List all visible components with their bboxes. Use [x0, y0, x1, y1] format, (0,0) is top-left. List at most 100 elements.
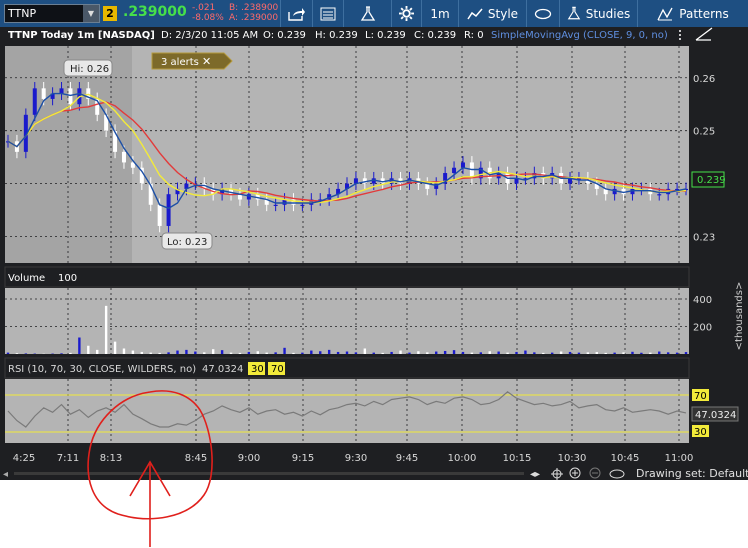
time-axis-tick-label: 8:13: [100, 453, 122, 464]
volume-bar: [568, 351, 572, 354]
volume-bar: [6, 352, 10, 354]
rsi-value-header: 47.0324: [202, 364, 243, 375]
list-icon: [320, 7, 336, 20]
horizontal-scrollbar[interactable]: [14, 472, 524, 475]
volume-bar: [96, 349, 99, 354]
volume-bar: [533, 352, 536, 354]
volume-bar: [87, 345, 90, 354]
volume-bar: [327, 349, 331, 354]
chart-range: R: 0: [464, 30, 484, 41]
volume-bar: [470, 352, 474, 354]
flask-icon: [360, 5, 375, 21]
flask-button[interactable]: [343, 0, 391, 27]
ellipse-icon[interactable]: [609, 469, 625, 479]
volume-title: Volume: [8, 273, 45, 284]
symbol-selector[interactable]: TTNP ▼: [4, 4, 100, 23]
candle-body: [273, 204, 278, 206]
time-axis-tick-label: 4:25: [13, 453, 35, 464]
style-label: Style: [487, 6, 519, 21]
chart-area[interactable]: 0.26 0.25 0.23 TTNP Today 1m [NASDAQ] D: 2…: [0, 27, 748, 466]
volume-bar: [586, 352, 590, 354]
time-axis-tick-label: 9:30: [345, 453, 367, 464]
volume-bar: [488, 351, 491, 354]
volume-bar: [435, 351, 438, 354]
candle-body: [121, 151, 126, 163]
ellipse-icon: [534, 8, 552, 19]
drawing-set-label[interactable]: Drawing set: Default: [636, 467, 748, 480]
share-icon: [288, 7, 305, 21]
volume-bar: [113, 341, 117, 354]
volume-bar: [542, 352, 545, 354]
candle-body: [59, 88, 64, 94]
chart-title: TTNP Today 1m [NASDAQ]: [8, 30, 155, 41]
chart-close: C: 0.239: [414, 30, 456, 41]
volume-plot-area[interactable]: [5, 288, 689, 354]
zoom-in-icon[interactable]: [569, 467, 581, 479]
footer-controls: ◂ ◂▸ Drawing set: Default: [3, 467, 748, 480]
volume-bar: [417, 351, 420, 354]
volume-bar: [666, 352, 670, 354]
volume-bar: [167, 352, 170, 354]
candle-body: [41, 88, 46, 99]
volume-bar: [684, 352, 688, 354]
timeframe-button[interactable]: 1m: [421, 0, 458, 27]
volume-bar: [265, 352, 268, 354]
volume-bar: [185, 349, 188, 354]
hi-bubble: Hi: 0.26: [63, 59, 113, 77]
link-group-badge[interactable]: 2: [103, 6, 117, 21]
volume-bar: [399, 350, 402, 354]
volume-bar: [211, 349, 215, 354]
volume-bar: [140, 351, 144, 354]
crosshair-icon[interactable]: [551, 468, 563, 480]
study-label-sma[interactable]: SimpleMovingAvg (CLOSE, 9, 0, no): [491, 30, 668, 41]
patterns-menu-button[interactable]: Patterns: [637, 0, 748, 27]
settings-button[interactable]: [391, 0, 421, 27]
ask-price: A: .239000: [229, 13, 279, 23]
alerts-label: 3 alerts: [161, 57, 199, 68]
chart-footer: ◂ ◂▸ Drawing set: Default: [0, 466, 748, 480]
time-axis-tick-label: 9:00: [238, 453, 260, 464]
volume-bar: [203, 352, 206, 354]
lo-bubble: Lo: 0.23: [161, 232, 213, 250]
chevron-down-icon[interactable]: ▼: [83, 5, 99, 22]
candle-body: [657, 194, 662, 196]
expand-time-axis-icon[interactable]: ◂▸: [530, 469, 540, 480]
symbol-input[interactable]: TTNP: [8, 7, 36, 20]
studies-menu-button[interactable]: Studies: [559, 0, 637, 27]
style-menu-button[interactable]: Style: [458, 0, 526, 27]
volume-bar: [229, 352, 233, 354]
volume-bar: [631, 351, 634, 354]
gear-icon: [399, 6, 414, 21]
style-icon: [467, 8, 483, 19]
volume-bar: [461, 351, 465, 354]
volume-bar: [131, 350, 135, 354]
volume-y-tick-label: 200: [693, 323, 712, 334]
chart-datetime: D: 2/3/20 11:05 AM: [161, 30, 258, 41]
volume-bar: [524, 350, 527, 354]
rsi-title[interactable]: RSI (10, 70, 30, CLOSE, WILDERS, no): [8, 364, 196, 375]
bid-price: B: .238900: [229, 3, 279, 13]
volume-bar: [283, 347, 286, 354]
volume-bar: [292, 352, 295, 354]
share-button[interactable]: [280, 0, 312, 27]
studies-label: Studies: [585, 6, 631, 21]
rsi-ob-tag: 70: [694, 391, 707, 402]
flask-icon: [567, 6, 581, 20]
volume-bar: [310, 350, 313, 354]
volume-bar: [381, 352, 384, 354]
time-axis-tick-label: 10:30: [558, 453, 587, 464]
premarket-shading: [5, 46, 132, 263]
time-axis-tick-label: 10:00: [448, 453, 477, 464]
volume-bar: [24, 353, 28, 354]
close-icon[interactable]: ✕: [202, 55, 211, 68]
alerts-flag[interactable]: 3 alerts ✕: [151, 52, 233, 70]
time-axis: 4:25 7:11 8:13 8:45 9:00 9:15 9:30 9:45 10:00 10:…: [13, 453, 694, 464]
zoom-out-icon[interactable]: [589, 467, 601, 479]
rsi-plot-area[interactable]: [5, 379, 689, 443]
volume-bar: [452, 350, 456, 354]
scroll-left-icon[interactable]: ◂: [3, 469, 8, 480]
drawing-shapes-button[interactable]: [526, 0, 559, 27]
volume-bar: [559, 351, 563, 354]
timeframe-label: 1m: [430, 6, 450, 21]
watchlist-button[interactable]: [312, 0, 343, 27]
